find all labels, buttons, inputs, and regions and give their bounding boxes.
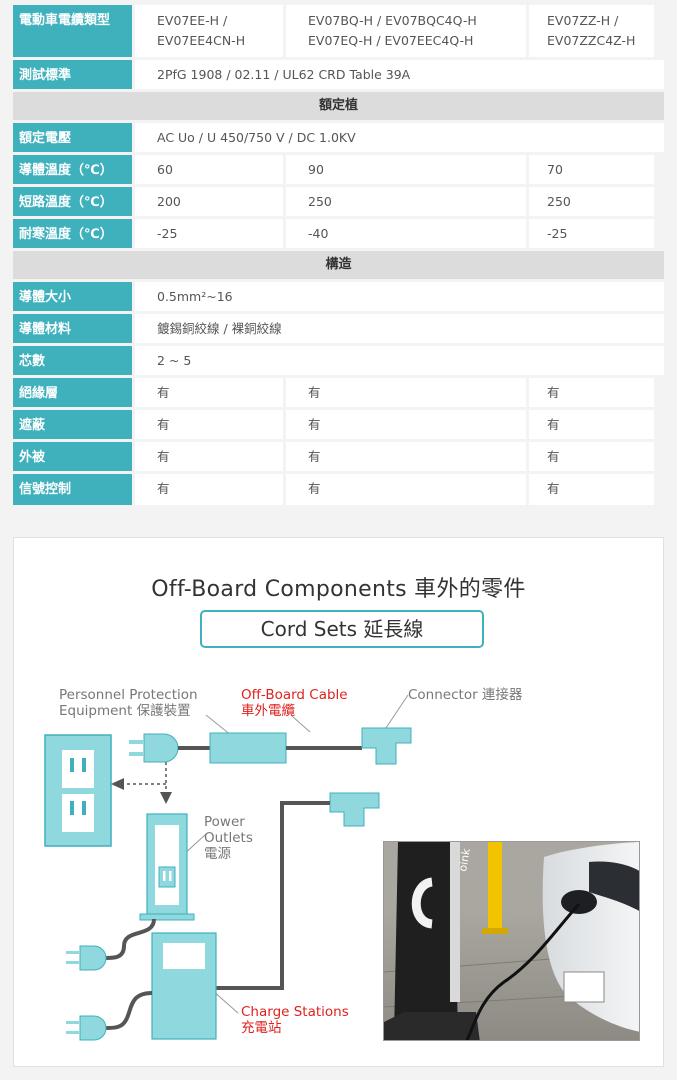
row-value: 有 <box>529 474 654 505</box>
row-label: 導體溫度（℃） <box>13 155 132 184</box>
table-row: 短路溫度（℃） 200 250 250 <box>13 187 664 216</box>
wall-outlet-icon <box>44 734 112 847</box>
header-label: 電動車電纜類型 <box>13 5 132 57</box>
row-label: 短路溫度（℃） <box>13 187 132 216</box>
charge-stations-label: Charge Stations 充電站 <box>241 1004 349 1036</box>
row-label: 導體材料 <box>13 314 132 343</box>
table-row: 絕緣層 有 有 有 <box>13 378 664 407</box>
ev-charging-photo-art: oink <box>384 842 639 1040</box>
table-row: 導體材料 鍍錫銅絞線 / 裸銅絞線 <box>13 314 664 343</box>
row-value: 2PfG 1908 / 02.11 / UL62 CRD Table 39A <box>135 60 664 89</box>
row-label: 外被 <box>13 442 132 471</box>
table-row: 信號控制 有 有 有 <box>13 474 664 505</box>
row-value: 有 <box>135 442 283 471</box>
row-value: -40 <box>286 219 526 248</box>
row-label: 測試標準 <box>13 60 132 89</box>
model-col-2: EV07BQ-H / EV07BQC4Q-H EV07EQ-H / EV07EE… <box>286 5 526 57</box>
plug-icon <box>66 945 107 971</box>
section-heading-ratings: 額定植 <box>13 92 664 120</box>
plug-icon <box>66 1015 107 1041</box>
stations-label-line: Charge Stations <box>241 1004 349 1020</box>
row-value: 有 <box>529 442 654 471</box>
components-card: Off-Board Components 車外的零件 Cord Sets 延長線 <box>13 537 664 1067</box>
cable-icon <box>209 732 287 764</box>
row-value: 60 <box>135 155 283 184</box>
row-value: 0.5mm²~16 <box>135 282 664 311</box>
row-value: -25 <box>135 219 283 248</box>
row-value: 有 <box>286 474 526 505</box>
row-value: 有 <box>286 442 526 471</box>
ppe-label-line: Personnel Protection <box>59 687 198 703</box>
section-heading-construction: 構造 <box>13 251 664 279</box>
ppe-label: Personnel Protection Equipment 保護裝置 <box>59 687 198 719</box>
outlets-label-line: 電源 <box>204 846 231 862</box>
row-value: -25 <box>529 219 654 248</box>
row-value: AC Uo / U 450/750 V / DC 1.0KV <box>135 123 664 152</box>
row-value: 有 <box>529 378 654 407</box>
stations-label-line: 充電站 <box>241 1020 282 1036</box>
row-value: 有 <box>286 378 526 407</box>
row-value: 250 <box>286 187 526 216</box>
cable-line <box>105 991 153 1030</box>
connector-icon <box>361 727 412 765</box>
row-value: 鍍錫銅絞線 / 裸銅絞線 <box>135 314 664 343</box>
ev-charging-photo: oink <box>383 841 640 1041</box>
ppe-label-line: Equipment 保護裝置 <box>59 703 191 719</box>
table-row: 導體大小 0.5mm²~16 <box>13 282 664 311</box>
row-value: 90 <box>286 155 526 184</box>
table-row: 外被 有 有 有 <box>13 442 664 471</box>
row-label: 導體大小 <box>13 282 132 311</box>
table-row: 導體溫度（℃） 60 90 70 <box>13 155 664 184</box>
row-value: 70 <box>529 155 654 184</box>
row-value: 2 ~ 5 <box>135 346 664 375</box>
off-board-cable-label: Off-Board Cable 車外電纜 <box>241 687 348 719</box>
cable-label-line: Off-Board Cable <box>241 687 348 703</box>
row-label: 絕緣層 <box>13 378 132 407</box>
row-value: 有 <box>135 378 283 407</box>
spec-table: 電動車電纜類型 EV07EE-H / EV07EE4CN-H EV07BQ-H … <box>13 5 664 508</box>
cable-line <box>105 918 156 960</box>
row-value: 200 <box>135 187 283 216</box>
plug-icon <box>129 733 179 763</box>
row-value: 有 <box>135 474 283 505</box>
row-label: 遮蔽 <box>13 410 132 439</box>
cable-label-line: 車外電纜 <box>241 703 295 719</box>
row-label: 額定電壓 <box>13 123 132 152</box>
row-label: 信號控制 <box>13 474 132 505</box>
row-label: 耐寒溫度（℃） <box>13 219 132 248</box>
row-value: 有 <box>135 410 283 439</box>
connector-label: Connector 連接器 <box>408 687 523 703</box>
table-row: 額定電壓 AC Uo / U 450/750 V / DC 1.0KV <box>13 123 664 152</box>
table-row: 芯數 2 ~ 5 <box>13 346 664 375</box>
table-row: 耐寒溫度（℃） -25 -40 -25 <box>13 219 664 248</box>
model-col-1: EV07EE-H / EV07EE4CN-H <box>135 5 283 57</box>
outlets-label-line: Power <box>204 814 245 830</box>
table-row: 遮蔽 有 有 有 <box>13 410 664 439</box>
row-value: 有 <box>286 410 526 439</box>
charge-station-icon <box>151 932 217 1040</box>
row-value: 有 <box>529 410 654 439</box>
row-value: 250 <box>529 187 654 216</box>
connector-icon <box>329 792 380 827</box>
table-row: 測試標準 2PfG 1908 / 02.11 / UL62 CRD Table … <box>13 60 664 89</box>
row-label: 芯數 <box>13 346 132 375</box>
power-outlets-label: Power Outlets 電源 <box>204 814 253 862</box>
table-header-row: 電動車電纜類型 EV07EE-H / EV07EE4CN-H EV07BQ-H … <box>13 5 664 57</box>
outlets-label-line: Outlets <box>204 830 253 846</box>
power-outlet-icon <box>139 813 195 921</box>
model-col-3: EV07ZZ-H / EV07ZZC4Z-H <box>529 5 654 57</box>
dashed-arrows <box>111 756 172 804</box>
